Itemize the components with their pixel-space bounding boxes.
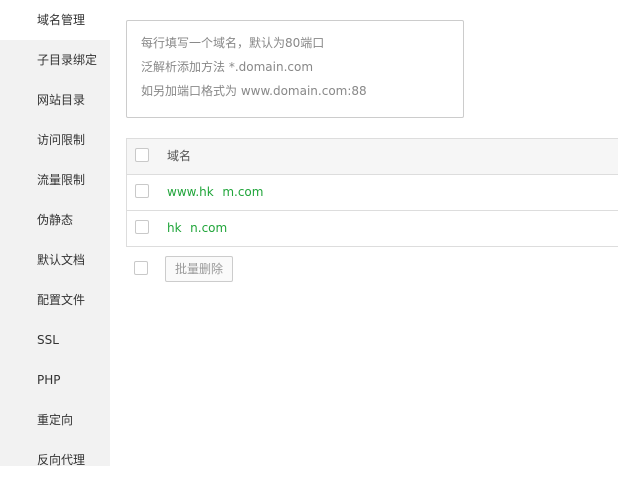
sidebar-item-label: 配置文件 bbox=[37, 293, 86, 307]
sidebar-item-subdirectory-binding[interactable]: 子目录绑定 bbox=[0, 40, 110, 80]
table-row: hk n.com bbox=[127, 211, 618, 247]
sidebar-item-label: 默认文档 bbox=[37, 253, 86, 267]
domain-link[interactable]: hk n.com bbox=[167, 221, 227, 235]
sidebar-item-php[interactable]: PHP bbox=[0, 360, 110, 400]
sidebar-item-access-restriction[interactable]: 访问限制 bbox=[0, 120, 110, 160]
table-header-row: 域名 bbox=[127, 139, 618, 175]
sidebar-item-rewrite[interactable]: 伪静态 bbox=[0, 200, 110, 240]
sidebar-item-label: 重定向 bbox=[37, 413, 74, 427]
domain-cell: hk n.com bbox=[167, 211, 227, 246]
sidebar-item-redirect[interactable]: 重定向 bbox=[0, 400, 110, 440]
sidebar-item-label: 访问限制 bbox=[37, 133, 86, 147]
sidebar-item-site-directory[interactable]: 网站目录 bbox=[0, 80, 110, 120]
sidebar-item-label: 子目录绑定 bbox=[37, 53, 98, 67]
sidebar-item-label: SSL bbox=[37, 333, 59, 347]
bulk-delete-button[interactable]: 批量删除 bbox=[165, 256, 233, 282]
domain-link[interactable]: www.hk m.com bbox=[167, 185, 263, 199]
sidebar-item-traffic-limit[interactable]: 流量限制 bbox=[0, 160, 110, 200]
sidebar: 域名管理 子目录绑定 网站目录 访问限制 流量限制 伪静态 默认文档 配置文件 … bbox=[0, 0, 110, 467]
sidebar-item-ssl[interactable]: SSL bbox=[0, 320, 110, 360]
row-checkbox[interactable] bbox=[135, 220, 149, 234]
domain-input-hint-line: 如另加端口格式为 www.domain.com:88 bbox=[141, 84, 367, 98]
sidebar-item-reverse-proxy[interactable]: 反向代理 bbox=[0, 440, 110, 480]
table-row: www.hk m.com bbox=[127, 175, 618, 211]
row-checkbox[interactable] bbox=[135, 184, 149, 198]
sidebar-item-domain-management[interactable]: 域名管理 bbox=[0, 0, 110, 40]
domain-input-hint-line: 泛解析添加方法 *.domain.com bbox=[141, 60, 314, 74]
sidebar-item-label: 流量限制 bbox=[37, 173, 86, 187]
sidebar-item-config-file[interactable]: 配置文件 bbox=[0, 280, 110, 320]
domain-cell: www.hk m.com bbox=[167, 175, 263, 210]
sidebar-item-default-document[interactable]: 默认文档 bbox=[0, 240, 110, 280]
bulk-select-checkbox[interactable] bbox=[134, 261, 148, 275]
sidebar-item-label: 网站目录 bbox=[37, 93, 86, 107]
column-header-domain: 域名 bbox=[167, 149, 192, 163]
sidebar-item-label: PHP bbox=[37, 373, 61, 387]
sidebar-item-label: 域名管理 bbox=[37, 13, 86, 27]
domain-input-textarea[interactable]: 每行填写一个域名，默认为80端口 泛解析添加方法 *.domain.com 如另… bbox=[126, 20, 464, 118]
sidebar-item-label: 伪静态 bbox=[37, 213, 74, 227]
sidebar-item-label: 反向代理 bbox=[37, 453, 86, 467]
domain-input-hint-line: 每行填写一个域名，默认为80端口 bbox=[141, 36, 325, 50]
domain-table: 域名 www.hk m.com hk n.com bbox=[126, 138, 618, 247]
select-all-checkbox[interactable] bbox=[135, 148, 149, 162]
